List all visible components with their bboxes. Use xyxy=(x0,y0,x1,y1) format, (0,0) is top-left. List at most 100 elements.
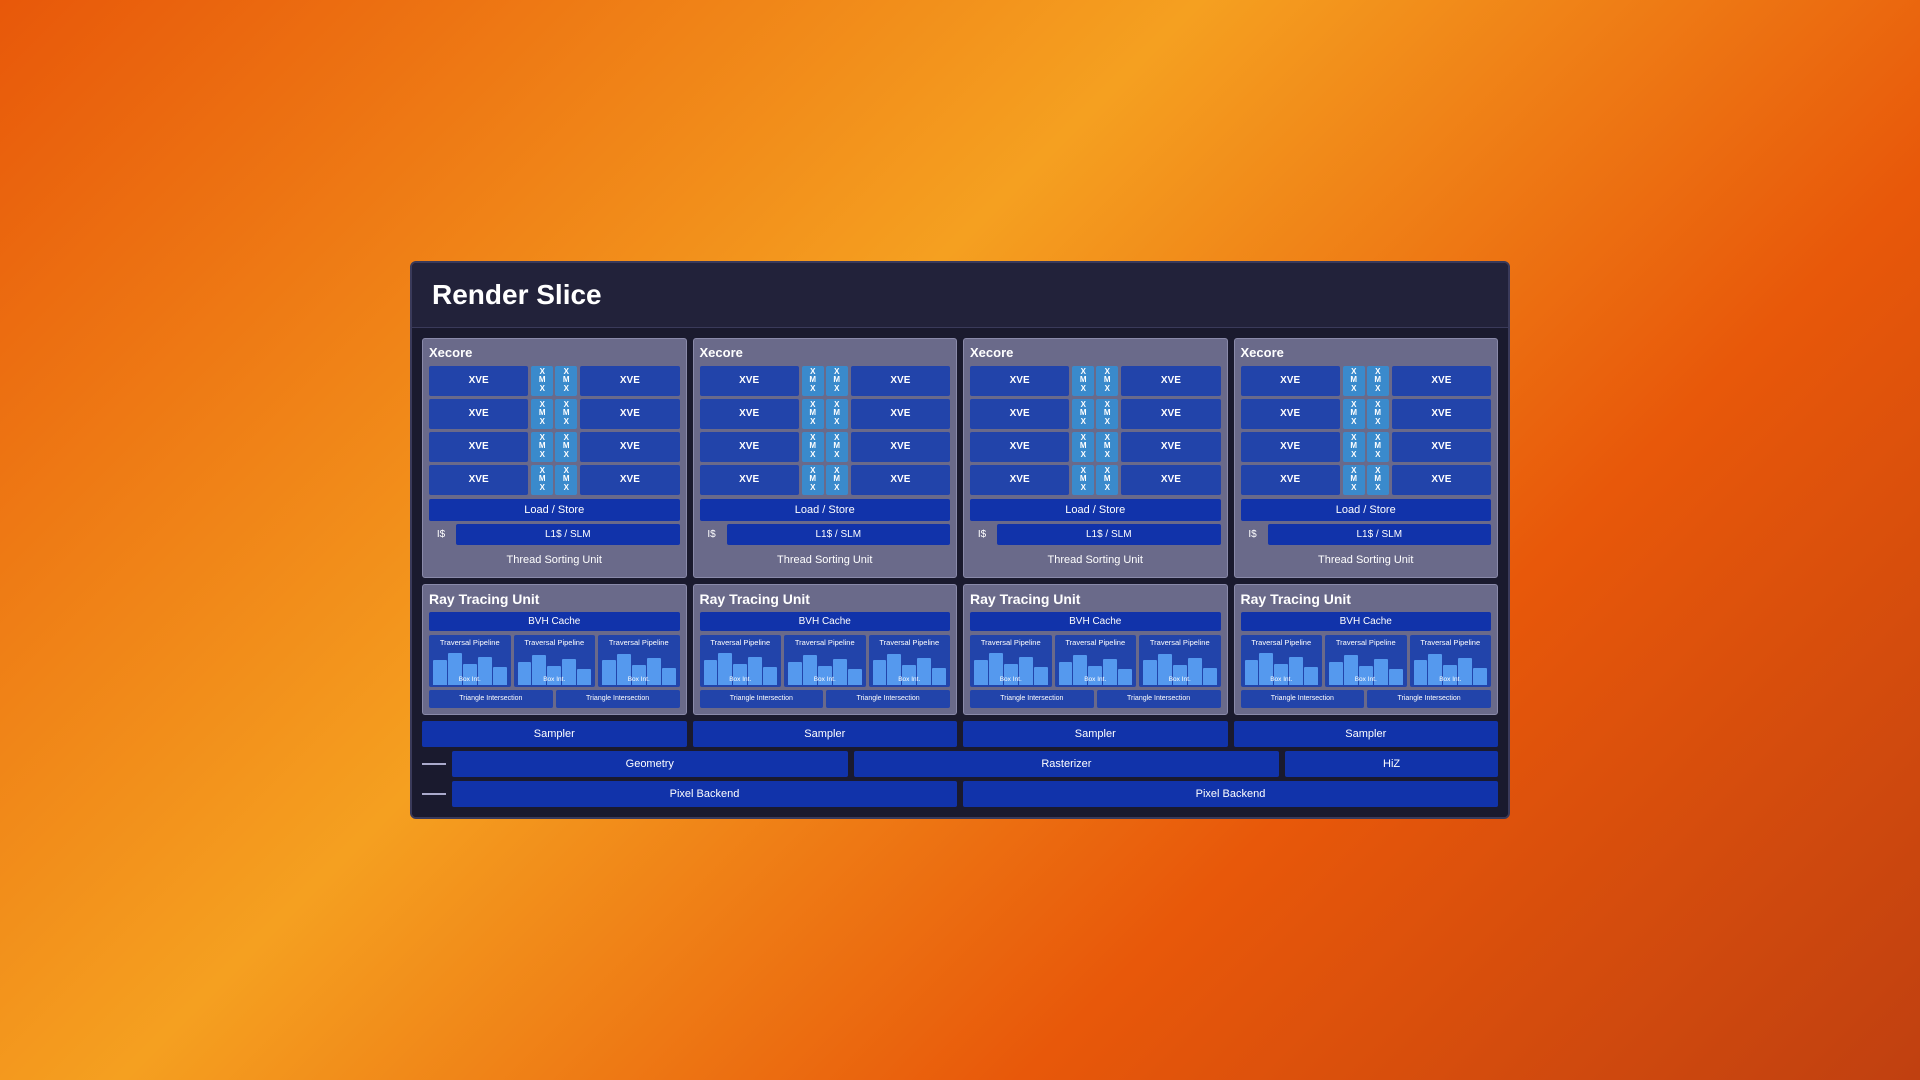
xve-row: XVE XMX XMX XVE xyxy=(970,465,1221,495)
bvh-cache-3: BVH Cache xyxy=(970,612,1221,631)
geometry-block: Geometry xyxy=(452,751,848,777)
xmx-block: XMX xyxy=(555,366,577,396)
main-container: Render Slice Xecore XVE XMX XMX xyxy=(410,261,1510,819)
xmx-block: XMX xyxy=(555,465,577,495)
xve-block: XVE xyxy=(429,465,528,495)
xe-core-1: Xecore XVE XMX XMX XVE XVE xyxy=(422,338,687,578)
traversal-pipeline: Traversal Pipeline Box Int. xyxy=(1410,635,1492,687)
xve-block: XVE xyxy=(580,366,679,396)
sampler-row: Sampler Sampler Sampler Sampler xyxy=(422,721,1498,747)
traversal-pipeline: Traversal Pipeline Box Int. xyxy=(784,635,866,687)
xmx-block: XMX xyxy=(531,465,553,495)
xve-rows-2: XVE XMX XMX XVE XVE XMX XMX XVE xyxy=(700,366,951,495)
geo-rast-row: Geometry Rasterizer HiZ xyxy=(422,751,1498,777)
xve-row: XVE XMX XMX XVE xyxy=(1241,465,1492,495)
xe-core-3-title: Xecore xyxy=(970,345,1221,360)
xve-row: XVE XMX XMX XVE xyxy=(429,399,680,429)
geo-line xyxy=(422,763,446,765)
xve-row: XVE XMX XMX XVE xyxy=(1241,366,1492,396)
title-bar: Render Slice xyxy=(412,263,1508,328)
thread-sort-1: Thread Sorting Unit xyxy=(429,549,680,571)
traversal-pipeline: Traversal Pipeline Box Int. xyxy=(1241,635,1323,687)
xe-cores-row: Xecore XVE XMX XMX XVE XVE xyxy=(422,338,1498,578)
traversal-bars: Box Int. xyxy=(516,650,594,685)
triangle-row-4: Triangle Intersection Triangle Intersect… xyxy=(1241,690,1492,708)
traversal-pipeline: Traversal Pipeline Box Int. xyxy=(700,635,782,687)
pixel-backend-2: Pixel Backend xyxy=(963,781,1498,807)
traversal-label: Traversal Pipeline xyxy=(431,638,509,647)
xe-core-4-title: Xecore xyxy=(1241,345,1492,360)
xve-rows-1: XVE XMX XMX XVE XVE XMX XMX xyxy=(429,366,680,495)
bvh-cache-2: BVH Cache xyxy=(700,612,951,631)
bottom-section: Sampler Sampler Sampler Sampler Geometry… xyxy=(422,721,1498,807)
hiz-block: HiZ xyxy=(1285,751,1498,777)
rt-title-3: Ray Tracing Unit xyxy=(970,591,1221,607)
traversal-row-3: Traversal Pipeline Box Int. Traversal Pi… xyxy=(970,635,1221,687)
traversal-row-2: Traversal Pipeline Box Int. Traversal Pi… xyxy=(700,635,951,687)
xve-block: XVE xyxy=(580,465,679,495)
rt-title-1: Ray Tracing Unit xyxy=(429,591,680,607)
content-area: Xecore XVE XMX XMX XVE XVE xyxy=(412,328,1508,817)
xmx-group: XMX XMX xyxy=(531,399,577,429)
xve-rows-4: XVE XMX XMX XVE XVE XMX XMX XVE xyxy=(1241,366,1492,495)
traversal-pipeline: Traversal Pipeline Box Int. xyxy=(970,635,1052,687)
traversal-row-1: Traversal Pipeline Box Int. Traversal Pi… xyxy=(429,635,680,687)
rt-unit-2: Ray Tracing Unit BVH Cache Traversal Pip… xyxy=(693,584,958,715)
page-title: Render Slice xyxy=(432,279,1488,311)
traversal-pipeline: Traversal Pipeline Box Int. xyxy=(1055,635,1137,687)
rt-unit-3: Ray Tracing Unit BVH Cache Traversal Pip… xyxy=(963,584,1228,715)
xve-row: XVE XMX XMX XVE xyxy=(700,465,951,495)
thread-sort-2: Thread Sorting Unit xyxy=(700,549,951,571)
traversal-pipeline: Traversal Pipeline Box Int. xyxy=(869,635,951,687)
xve-row: XVE XMX XMX XVE xyxy=(700,432,951,462)
sampler-2: Sampler xyxy=(693,721,958,747)
xve-block: XVE xyxy=(580,399,679,429)
xve-row: XVE XMX XMX XVE xyxy=(429,366,680,396)
triangle-intersection: Triangle Intersection xyxy=(429,690,553,708)
thread-sort-3: Thread Sorting Unit xyxy=(970,549,1221,571)
xmx-block: XMX xyxy=(555,399,577,429)
triangle-row-2: Triangle Intersection Triangle Intersect… xyxy=(700,690,951,708)
cache-row-1: I$ L1$ / SLM xyxy=(429,524,680,545)
xve-row: XVE XMX XMX XVE xyxy=(970,399,1221,429)
triangle-row-1: Triangle Intersection Triangle Intersect… xyxy=(429,690,680,708)
traversal-pipeline: Traversal Pipeline Box Int. xyxy=(429,635,511,687)
xmx-group: XMX XMX xyxy=(531,432,577,462)
box-int-label: Box Int. xyxy=(431,676,509,683)
rasterizer-block: Rasterizer xyxy=(854,751,1280,777)
xve-block: XVE xyxy=(580,432,679,462)
xmx-block: XMX xyxy=(531,432,553,462)
xe-core-1-title: Xecore xyxy=(429,345,680,360)
load-store-4: Load / Store xyxy=(1241,499,1492,521)
xve-rows-3: XVE XMX XMX XVE XVE XMX XMX XVE xyxy=(970,366,1221,495)
traversal-pipeline: Traversal Pipeline Box Int. xyxy=(514,635,596,687)
xve-row: XVE XMX XMX XVE xyxy=(1241,399,1492,429)
xve-row: XVE XMX XMX XVE xyxy=(1241,432,1492,462)
cache-row-4: I$ L1$ / SLM xyxy=(1241,524,1492,545)
traversal-bars: Box Int. xyxy=(600,650,678,685)
xve-row: XVE XMX XMX XVE xyxy=(970,366,1221,396)
xe-core-2: Xecore XVE XMX XMX XVE XVE XMX xyxy=(693,338,958,578)
thread-sort-4: Thread Sorting Unit xyxy=(1241,549,1492,571)
xve-row: XVE XMX XMX XVE xyxy=(970,432,1221,462)
xve-block: XVE xyxy=(429,366,528,396)
bvh-cache-1: BVH Cache xyxy=(429,612,680,631)
l1-slm-1: L1$ / SLM xyxy=(456,524,680,545)
rt-units-row: Ray Tracing Unit BVH Cache Traversal Pip… xyxy=(422,584,1498,715)
xmx-group: XMX XMX xyxy=(531,366,577,396)
pixel-backend-1: Pixel Backend xyxy=(452,781,957,807)
traversal-pipeline: Traversal Pipeline Box Int. xyxy=(1139,635,1221,687)
bvh-cache-4: BVH Cache xyxy=(1241,612,1492,631)
triangle-intersection: Triangle Intersection xyxy=(556,690,680,708)
cache-row-2: I$ L1$ / SLM xyxy=(700,524,951,545)
rt-unit-4: Ray Tracing Unit BVH Cache Traversal Pip… xyxy=(1234,584,1499,715)
xve-block: XVE xyxy=(429,399,528,429)
xmx-block: XMX xyxy=(531,399,553,429)
traversal-pipeline: Traversal Pipeline Box Int. xyxy=(1325,635,1407,687)
pixel-row: Pixel Backend Pixel Backend xyxy=(422,781,1498,807)
xmx-group: XMX XMX xyxy=(531,465,577,495)
xe-core-3: Xecore XVE XMX XMX XVE XVE XMX xyxy=(963,338,1228,578)
xve-block: XVE xyxy=(429,432,528,462)
traversal-row-4: Traversal Pipeline Box Int. Traversal Pi… xyxy=(1241,635,1492,687)
triangle-row-3: Triangle Intersection Triangle Intersect… xyxy=(970,690,1221,708)
